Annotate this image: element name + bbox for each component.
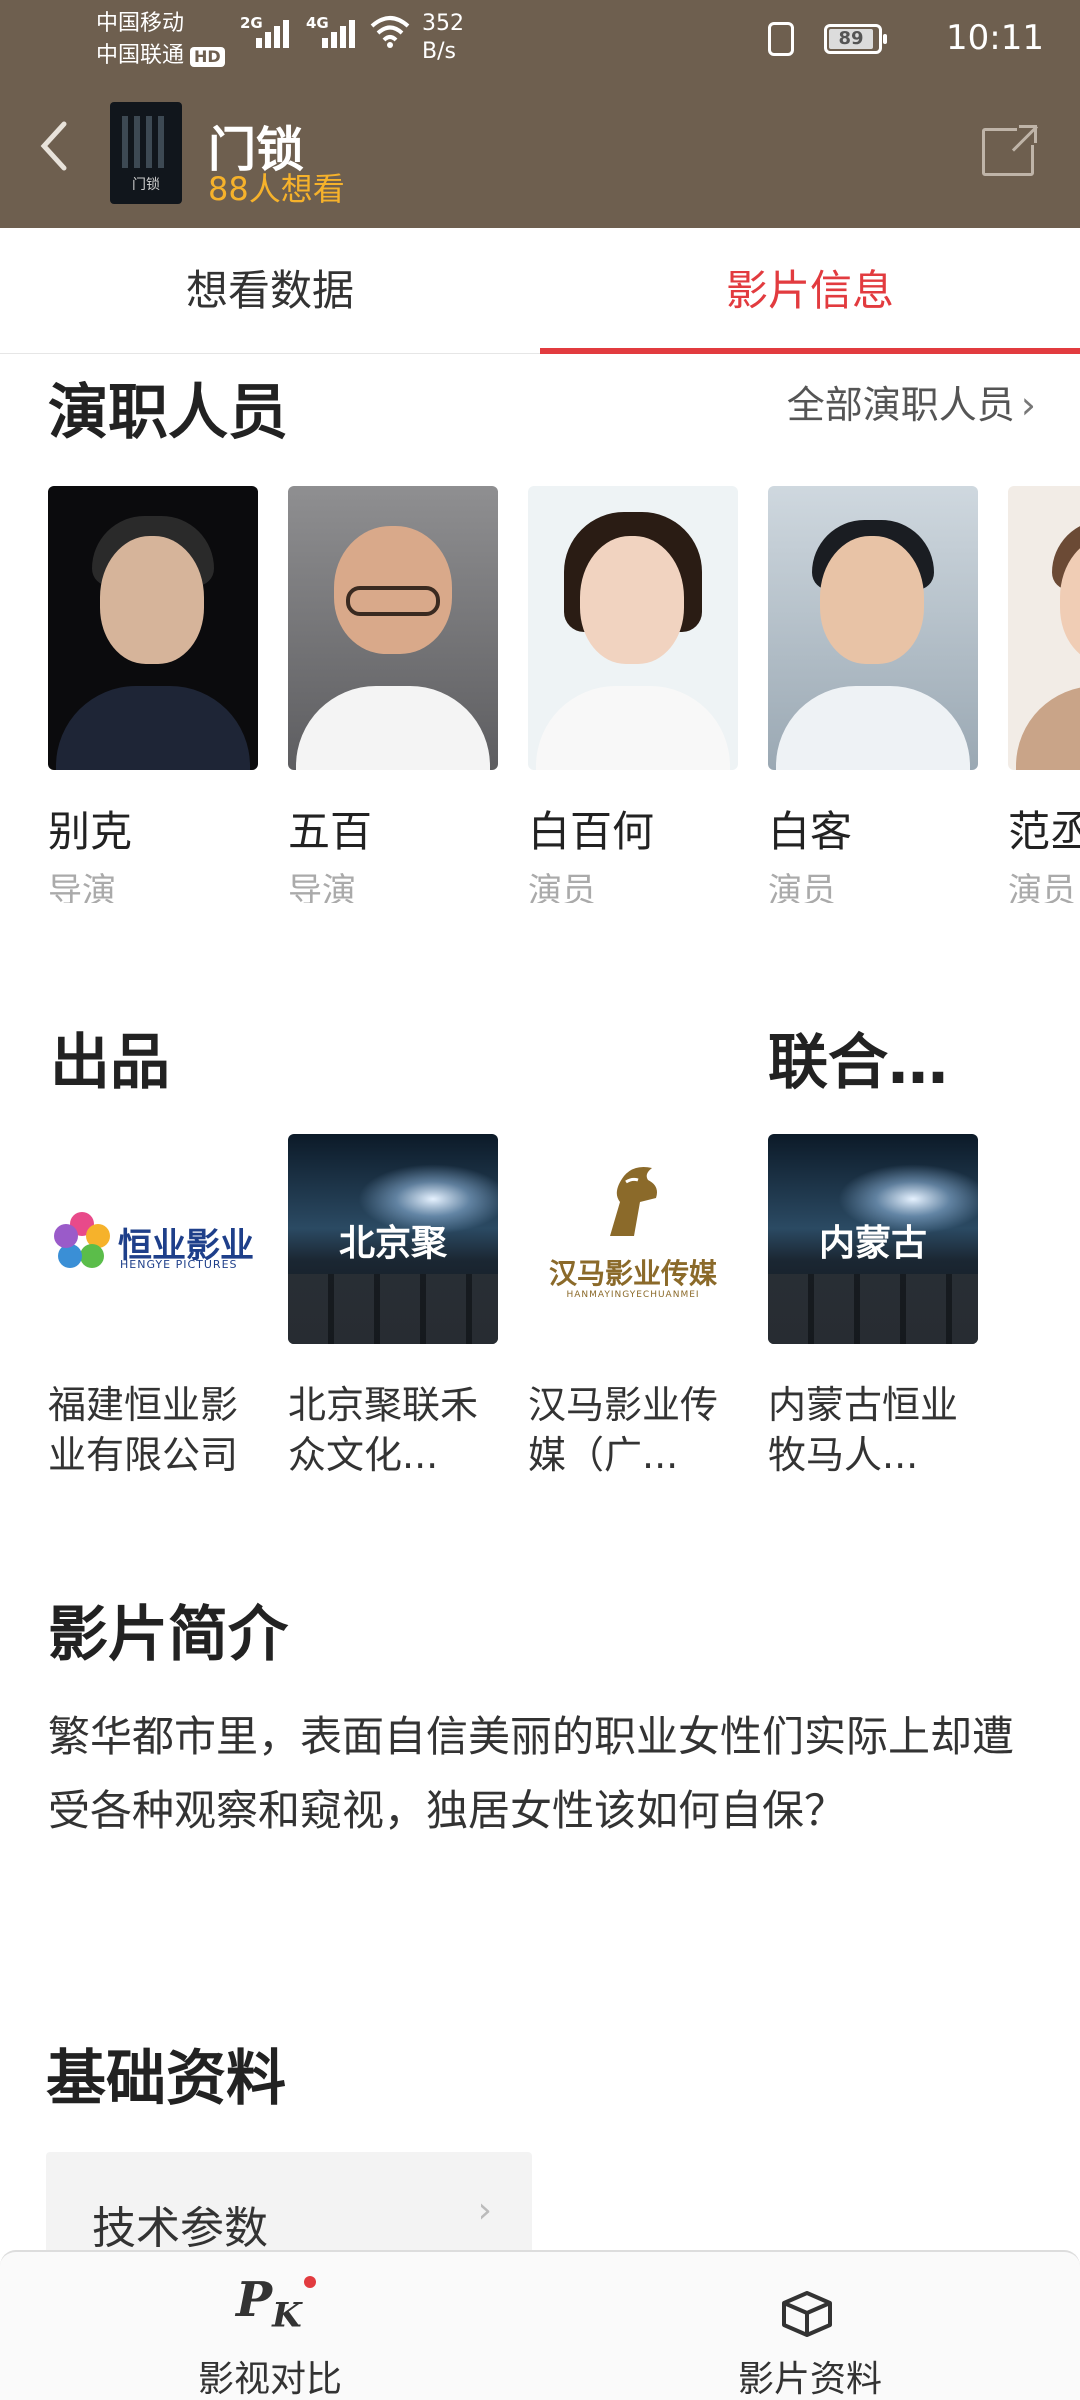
logo-subtext: HANMAYINGYECHUANMEI — [566, 1290, 700, 1300]
horse-logo-icon — [610, 1167, 657, 1236]
cast-photo — [768, 486, 978, 770]
net-speed: 352 B/s — [422, 10, 464, 66]
cast-card-2[interactable]: 五百 导演 — [288, 486, 498, 903]
speed-value: 352 — [422, 11, 464, 36]
company-logo: 内蒙古 — [768, 1134, 978, 1344]
cast-card-3[interactable]: 白百何 演员 — [528, 486, 738, 903]
co-production-section-title: 联合… — [768, 1028, 948, 1098]
logo-subtext: HENGYE PICTURES — [120, 1258, 238, 1271]
cast-photo — [288, 486, 498, 770]
battery-level: 89 — [829, 29, 873, 49]
cast-name: 五百 — [288, 807, 373, 856]
flower-logo-icon — [54, 1212, 110, 1268]
tab-want-data[interactable]: 想看数据 — [0, 228, 540, 354]
company-card-2[interactable]: 北京聚 北京聚联禾众文化... — [288, 1134, 498, 1480]
battery-icon: 89 — [824, 24, 887, 54]
cast-card-1[interactable]: 别克 导演 — [48, 486, 258, 903]
want-count: 88人想看 — [208, 170, 345, 208]
speed-unit: B/s — [422, 39, 456, 64]
movie-info-button[interactable]: 影片资料 — [540, 2252, 1080, 2400]
tab-bar: 想看数据 影片信息 — [0, 228, 1080, 354]
movie-poster-thumb[interactable]: 门锁 — [110, 102, 182, 204]
chevron-right-icon: › — [1020, 383, 1036, 427]
company-name: 福建恒业影业有限公司 — [48, 1383, 239, 1477]
wifi-icon — [370, 14, 410, 48]
notification-dot — [303, 2276, 316, 2288]
synopsis-text: 繁华都市里，表面自信美丽的职业女性们实际上却遭受各种观察和窥视，独居女性该如何自… — [48, 1712, 1015, 1835]
poster-text: 门锁 — [132, 177, 160, 193]
compare-button[interactable]: PK 影视对比 — [0, 2252, 540, 2400]
company-card-3[interactable]: 汉马影业传媒 HANMAYINGYECHUANMEI 汉马影业传媒（广... — [528, 1134, 738, 1480]
company-card-4[interactable]: 内蒙古 内蒙古恒业牧马人... — [768, 1134, 978, 1480]
cast-card-4[interactable]: 白客 演员 — [768, 486, 978, 903]
cast-section-title: 演职人员 — [48, 378, 288, 448]
cast-photo — [1008, 486, 1080, 770]
compare-label: 影视对比 — [197, 2359, 342, 2400]
company-logo: 北京聚 — [288, 1134, 498, 1344]
company-card-1[interactable]: 恒业影业 HENGYE PICTURES 福建恒业影业有限公司 — [48, 1134, 258, 1480]
company-logo: 汉马影业传媒 HANMAYINGYECHUANMEI — [528, 1134, 738, 1344]
logo-text: 北京聚 — [338, 1223, 447, 1264]
cast-photo — [528, 486, 738, 770]
share-button[interactable] — [982, 121, 1041, 176]
carrier-info: 中国移动 中国联通 HD — [96, 8, 225, 72]
hd-badge: HD — [190, 47, 225, 67]
top-header: 中国移动 中国联通 HD 2G 4G 352 B/s 89 10:11 门锁 门… — [0, 0, 1080, 228]
status-bar: 中国移动 中国联通 HD 2G 4G 352 B/s 89 10:11 — [0, 0, 1080, 78]
cast-role: 导演 — [48, 871, 116, 903]
cast-card-5[interactable]: 范丞 演员 — [1008, 486, 1080, 903]
all-cast-label: 全部演职人员 — [786, 383, 1015, 427]
chevron-right-icon: › — [477, 2190, 492, 2231]
cast-photo — [48, 486, 258, 770]
cast-name: 白百何 — [528, 807, 655, 856]
nav-bar: 门锁 门锁 88人想看 — [0, 98, 1080, 208]
synopsis-section-title: 影片简介 — [48, 1600, 288, 1670]
company-name: 北京聚联禾众文化... — [288, 1383, 479, 1477]
signal-icon-2 — [322, 20, 358, 48]
pk-icon: PK — [236, 2272, 316, 2336]
screen: 中国移动 中国联通 HD 2G 4G 352 B/s 89 10:11 门锁 门… — [0, 0, 1080, 2400]
cast-name: 范丞 — [1008, 807, 1080, 856]
tech-params-label: 技术参数 — [92, 2203, 268, 2254]
production-section-title: 出品 — [50, 1028, 170, 1098]
cast-role: 导演 — [288, 871, 356, 903]
carrier-1: 中国移动 — [96, 11, 185, 36]
logo-text: 内蒙古 — [818, 1223, 927, 1264]
logo-text: 汉马影业传媒 — [548, 1257, 717, 1290]
clock: 10:11 — [946, 18, 1044, 58]
company-name: 内蒙古恒业牧马人... — [768, 1383, 959, 1477]
bottom-action-bar: PK 影视对比 影片资料 — [0, 2250, 1080, 2400]
cast-name: 别克 — [48, 807, 133, 856]
basic-section-title: 基础资料 — [46, 2044, 286, 2114]
cast-role: 演员 — [528, 871, 596, 903]
cube-icon — [782, 2291, 832, 2337]
cast-role: 演员 — [1008, 871, 1076, 903]
company-logo: 恒业影业 HENGYE PICTURES — [48, 1134, 258, 1344]
vibrate-icon — [768, 22, 794, 56]
cast-role: 演员 — [768, 871, 836, 903]
carrier-2: 中国联通 — [96, 43, 185, 68]
cast-name: 白客 — [768, 807, 853, 856]
tab-movie-info[interactable]: 影片信息 — [540, 228, 1080, 354]
signal-icon — [256, 20, 292, 48]
movie-info-label: 影片资料 — [737, 2359, 882, 2400]
company-name: 汉马影业传媒（广... — [528, 1383, 719, 1477]
back-button[interactable] — [36, 118, 70, 185]
all-cast-link[interactable]: 全部演职人员 › — [787, 374, 1036, 429]
chevron-left-icon — [40, 121, 67, 171]
